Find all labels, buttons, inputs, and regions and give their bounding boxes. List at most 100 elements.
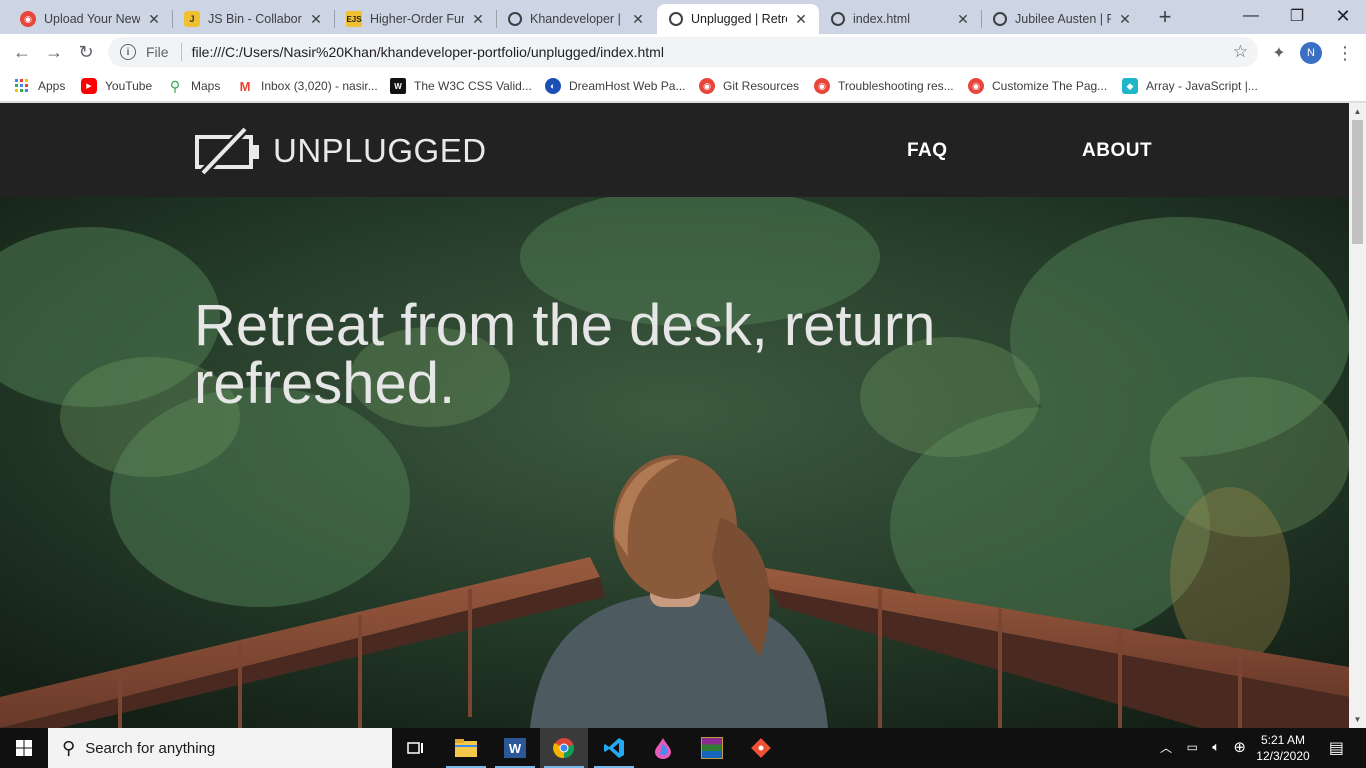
- scroll-down-arrow-icon[interactable]: ▼: [1349, 711, 1366, 728]
- tab-upload[interactable]: ◉ Upload Your New ✕: [8, 4, 172, 34]
- tab-jsbin[interactable]: J JS Bin - Collaborat ✕: [172, 4, 334, 34]
- close-icon[interactable]: ✕: [630, 11, 646, 28]
- browser-toolbar: ← → ↻ i File file:///C:/Users/Nasir%20Kh…: [0, 34, 1366, 70]
- paint3d-app[interactable]: [639, 728, 687, 768]
- ejs-icon: EJS: [346, 11, 362, 27]
- bookmark-youtube[interactable]: ▶ YouTube: [81, 76, 152, 96]
- back-button[interactable]: ←: [8, 38, 36, 66]
- bookmark-label: The W3C CSS Valid...: [414, 79, 532, 93]
- scrollbar-thumb[interactable]: [1352, 120, 1363, 244]
- extensions-icon[interactable]: ✦: [1268, 42, 1290, 64]
- chrome-app[interactable]: [540, 728, 588, 768]
- red-logo-icon: ◉: [20, 11, 36, 27]
- archive-icon: [701, 737, 723, 759]
- bookmark-label: Customize The Pag...: [992, 79, 1108, 93]
- battery-unplugged-icon: [195, 125, 259, 177]
- red-logo-icon: ◉: [814, 78, 830, 94]
- git-app[interactable]: [737, 728, 785, 768]
- volume-icon[interactable]: 🔈︎: [1212, 739, 1220, 755]
- close-icon[interactable]: ✕: [955, 11, 971, 28]
- bookmark-label: Troubleshooting res...: [838, 79, 954, 93]
- tab-jubilee[interactable]: Jubilee Austen | Po ✕: [981, 4, 1143, 34]
- battery-icon[interactable]: ▭: [1187, 740, 1198, 754]
- taskbar-search[interactable]: ⚲ Search for anything: [48, 728, 392, 768]
- chevron-up-icon[interactable]: ︿: [1160, 739, 1172, 756]
- bookmark-label: Array - JavaScript |...: [1146, 79, 1258, 93]
- tab-title: index.html: [853, 12, 910, 26]
- info-icon[interactable]: i: [120, 44, 136, 60]
- close-icon[interactable]: ✕: [146, 11, 162, 28]
- new-tab-button[interactable]: +: [1153, 6, 1177, 30]
- youtube-icon: ▶: [81, 78, 97, 94]
- profile-avatar[interactable]: N: [1300, 42, 1322, 64]
- restore-button[interactable]: ❐: [1274, 0, 1320, 32]
- tab-higher-order[interactable]: EJS Higher-Order Func ✕: [334, 4, 496, 34]
- address-bar[interactable]: i File file:///C:/Users/Nasir%20Khan/kha…: [108, 37, 1258, 67]
- tab-title: Jubilee Austen | Po: [1015, 12, 1111, 26]
- clock-date: 12/3/2020: [1256, 749, 1310, 763]
- file-explorer-app[interactable]: [442, 728, 490, 768]
- close-icon[interactable]: ✕: [793, 11, 809, 28]
- address-url[interactable]: file:///C:/Users/Nasir%20Khan/khandevelo…: [192, 44, 664, 60]
- hero-section: Retreat from the desk, return refreshed.: [0, 197, 1349, 728]
- page-scrollbar[interactable]: ▲ ▼: [1349, 103, 1366, 728]
- bookmark-array-js[interactable]: ◆ Array - JavaScript |...: [1122, 76, 1258, 96]
- forward-button[interactable]: →: [40, 38, 68, 66]
- bookmark-dreamhost[interactable]: ◐ DreamHost Web Pa...: [545, 76, 685, 96]
- tab-title: Khandeveloper | Po: [530, 12, 624, 26]
- w3c-icon: W: [390, 78, 406, 94]
- bookmark-troubleshooting[interactable]: ◉ Troubleshooting res...: [814, 76, 954, 96]
- scroll-up-arrow-icon[interactable]: ▲: [1349, 103, 1366, 120]
- globe-icon: [508, 12, 522, 26]
- menu-icon[interactable]: ⋮: [1334, 42, 1356, 64]
- minimize-button[interactable]: —: [1228, 0, 1274, 32]
- task-view-button[interactable]: [392, 728, 440, 768]
- reload-button[interactable]: ↻: [72, 38, 100, 66]
- globe-icon: [669, 12, 683, 26]
- task-view-icon: [407, 742, 423, 754]
- clock-time: 5:21 AM: [1260, 733, 1306, 747]
- start-button[interactable]: [0, 728, 48, 768]
- bookmark-label: Maps: [191, 79, 221, 93]
- bookmark-customize[interactable]: ◉ Customize The Pag...: [968, 76, 1107, 96]
- close-icon[interactable]: ✕: [1117, 11, 1133, 28]
- tab-unplugged[interactable]: Unplugged | Retre ✕: [657, 4, 819, 34]
- tab-khandeveloper[interactable]: Khandeveloper | Po ✕: [496, 4, 656, 34]
- tab-index-html[interactable]: index.html ✕: [819, 4, 981, 34]
- vscode-icon: [604, 738, 624, 758]
- close-icon[interactable]: ✕: [470, 11, 486, 28]
- folder-icon: [455, 739, 477, 757]
- close-icon[interactable]: ✕: [308, 11, 324, 28]
- nav-link-faq[interactable]: FAQ: [907, 140, 948, 162]
- network-globe-icon[interactable]: ⊕: [1233, 738, 1246, 756]
- winrar-app[interactable]: [688, 728, 736, 768]
- tab-title: Higher-Order Func: [370, 12, 464, 26]
- windows-logo-icon: [16, 740, 32, 756]
- apps-grid-icon: [14, 78, 30, 94]
- nav-link-about[interactable]: ABOUT: [1082, 140, 1152, 162]
- word-app[interactable]: W: [491, 728, 539, 768]
- hero-photo: [0, 197, 1349, 728]
- git-icon: [751, 738, 771, 758]
- search-placeholder: Search for anything: [85, 739, 216, 757]
- mdn-icon: ◆: [1122, 78, 1138, 94]
- clock[interactable]: 5:21 AM 12/3/2020: [1251, 732, 1315, 764]
- bookmark-apps[interactable]: Apps: [14, 76, 65, 96]
- bookmark-inbox[interactable]: M Inbox (3,020) - nasir...: [237, 76, 378, 96]
- hero-heading: Retreat from the desk, return refreshed.: [194, 293, 936, 416]
- tab-title: Upload Your New: [44, 12, 140, 26]
- web-page: UNPLUGGED FAQ ABOUT Retreat from the des…: [0, 103, 1349, 728]
- close-window-button[interactable]: ✕: [1320, 0, 1366, 32]
- jsbin-icon: J: [184, 11, 200, 27]
- bookmark-label: Git Resources: [723, 79, 800, 93]
- bookmark-maps[interactable]: ⚲ Maps: [167, 76, 220, 96]
- bookmark-label: Inbox (3,020) - nasir...: [261, 79, 378, 93]
- bookmark-w3c[interactable]: W The W3C CSS Valid...: [390, 76, 532, 96]
- bookmark-git-resources[interactable]: ◉ Git Resources: [699, 76, 799, 96]
- red-logo-icon: ◉: [699, 78, 715, 94]
- vscode-app[interactable]: [590, 728, 638, 768]
- bookmark-star-icon[interactable]: ☆: [1233, 42, 1248, 62]
- site-logo[interactable]: UNPLUGGED: [195, 125, 487, 177]
- notifications-icon[interactable]: ▤: [1329, 738, 1344, 758]
- logo-wordmark: UNPLUGGED: [273, 132, 487, 169]
